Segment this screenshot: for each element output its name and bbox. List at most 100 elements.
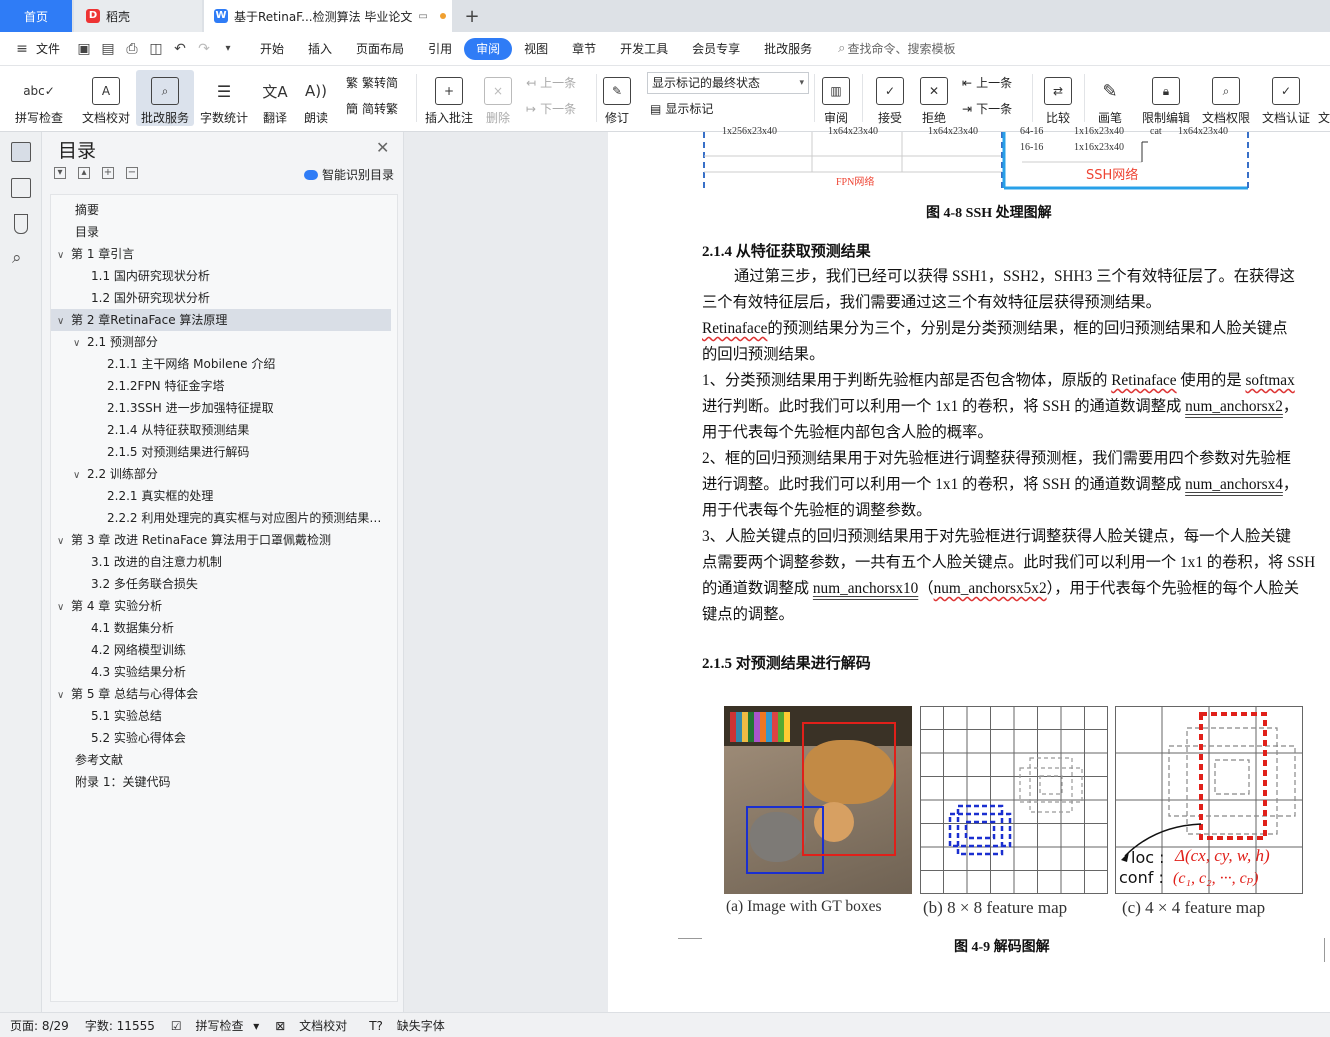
- toc-item[interactable]: 2.2.2 利用处理完的真实框与对应图片的预测结果计算loss: [51, 507, 391, 529]
- translate-button[interactable]: 文A 翻译: [255, 70, 295, 126]
- word-count-button[interactable]: ☰ 字数统计: [198, 70, 250, 126]
- toc-item[interactable]: 1.1 国内研究现状分析: [51, 265, 391, 287]
- save-icon[interactable]: ▣: [72, 41, 96, 57]
- insert-comment-button[interactable]: + 插入批注: [422, 70, 476, 126]
- spellcheck-status[interactable]: ☑ 拼写检查 ▾: [171, 1017, 259, 1034]
- doc-permission-button[interactable]: ⌕ 文档权限: [1198, 70, 1254, 126]
- chevron-down-icon[interactable]: ∨: [73, 333, 87, 353]
- smart-toc-button[interactable]: 智能识别目录: [304, 166, 394, 183]
- toc-item[interactable]: 参考文献: [51, 749, 391, 771]
- command-search-input[interactable]: 查找命令、搜索模板: [847, 40, 955, 57]
- hamburger-icon[interactable]: ≡: [10, 41, 34, 57]
- toc-item[interactable]: 4.3 实验结果分析: [51, 661, 391, 683]
- toc-item[interactable]: 1.2 国外研究现状分析: [51, 287, 391, 309]
- doc-check-status[interactable]: ⊠ 文档校对: [275, 1017, 353, 1034]
- menu-start[interactable]: 开始: [248, 38, 296, 60]
- toc-item[interactable]: 摘要: [51, 199, 391, 221]
- menu-developer[interactable]: 开发工具: [608, 38, 680, 60]
- chevron-down-icon[interactable]: ∨: [73, 465, 87, 485]
- toc-item[interactable]: ∨ 第 3 章 改进 RetinaFace 算法用于口罩佩戴检测: [51, 529, 391, 551]
- search-icon[interactable]: ⌕: [12, 248, 22, 268]
- menu-view[interactable]: 视图: [512, 38, 560, 60]
- markup-state-select[interactable]: 显示标记的最终状态 ▾: [647, 72, 809, 94]
- redo-icon[interactable]: ↷: [192, 41, 216, 57]
- toc-item[interactable]: 2.1.5 对预测结果进行解码: [51, 441, 391, 463]
- menu-member[interactable]: 会员专享: [680, 38, 752, 60]
- menu-insert[interactable]: 插入: [296, 38, 344, 60]
- show-markup-button[interactable]: ▤ 显示标记: [650, 100, 713, 117]
- remove-heading-icon[interactable]: −: [126, 167, 138, 179]
- delete-comment-button[interactable]: × 删除: [480, 70, 516, 126]
- toc-item[interactable]: 5.2 实验心得体会: [51, 727, 391, 749]
- accept-button[interactable]: ✓ 接受: [870, 70, 910, 126]
- toc-item[interactable]: 附录 1：关键代码: [51, 771, 391, 793]
- tab-document[interactable]: W 基于RetinaF...检测算法 毕业论文 ▭: [204, 0, 452, 32]
- next-comment-button[interactable]: ↦ 下一条: [526, 100, 576, 117]
- add-heading-icon[interactable]: +: [102, 167, 114, 179]
- read-aloud-button[interactable]: A)) 朗读: [298, 70, 334, 126]
- menu-review-service[interactable]: 批改服务: [752, 38, 824, 60]
- toc-item[interactable]: 4.2 网络模型训练: [51, 639, 391, 661]
- chevron-down-icon[interactable]: ∨: [57, 245, 71, 265]
- collapse-all-icon[interactable]: ▾: [54, 167, 66, 179]
- toc-item[interactable]: 5.1 实验总结: [51, 705, 391, 727]
- pen-button[interactable]: ✎ 画笔: [1090, 70, 1130, 126]
- toc-item[interactable]: 2.1.3SSH 进一步加强特征提取: [51, 397, 391, 419]
- toc-item[interactable]: ∨ 2.1 预测部分: [51, 331, 391, 353]
- toc-item[interactable]: 2.1.4 从特征获取预测结果: [51, 419, 391, 441]
- chevron-down-icon[interactable]: ∨: [57, 311, 71, 331]
- toc-item[interactable]: 目录: [51, 221, 391, 243]
- print-icon[interactable]: ⎙: [120, 41, 144, 57]
- next-change-button[interactable]: ⇥ 下一条: [962, 100, 1012, 117]
- doc-certify-button[interactable]: ✓ 文档认证: [1258, 70, 1314, 126]
- review-pane-button[interactable]: ▥ 审阅: [816, 70, 856, 126]
- toc-item[interactable]: 4.1 数据集分析: [51, 617, 391, 639]
- track-changes-button[interactable]: ✎ 修订: [600, 70, 634, 126]
- menu-file[interactable]: 文件: [34, 38, 72, 60]
- prev-change-button[interactable]: ⇤ 上一条: [962, 74, 1012, 91]
- toc-item[interactable]: 3.1 改进的自注意力机制: [51, 551, 391, 573]
- restrict-edit-button[interactable]: 🔒︎ 限制编辑: [1138, 70, 1194, 126]
- to-traditional-button[interactable]: 繁繁转简: [346, 74, 398, 91]
- word-count[interactable]: 字数: 11555: [85, 1017, 155, 1034]
- toc-item[interactable]: ∨ 第 4 章 实验分析: [51, 595, 391, 617]
- to-simplified-button[interactable]: 簡简转繁: [346, 100, 398, 117]
- spellcheck-button[interactable]: abc✓ 拼写检查: [8, 70, 70, 126]
- page-indicator[interactable]: 页面: 8/29: [10, 1017, 69, 1034]
- tab-daoke[interactable]: D 稻壳: [74, 0, 202, 32]
- review-service-button[interactable]: ⌕ 批改服务: [136, 70, 194, 126]
- missing-font-status[interactable]: T? 缺失字体: [369, 1017, 451, 1034]
- menu-layout[interactable]: 页面布局: [344, 38, 416, 60]
- chevron-down-icon[interactable]: ∨: [57, 531, 71, 551]
- menu-review[interactable]: 审阅: [464, 37, 513, 60]
- document-page[interactable]: 1x256x23x40 1x64x23x40 1x64x23x40 64-16 …: [608, 126, 1330, 1012]
- toc-item[interactable]: 2.1.1 主干网络 Mobilene 介绍: [51, 353, 391, 375]
- toc-item[interactable]: 3.2 多任务联合损失: [51, 573, 391, 595]
- chevron-down-icon[interactable]: ∨: [57, 597, 71, 617]
- export-pdf-icon[interactable]: ▤: [96, 41, 120, 57]
- new-tab-button[interactable]: +: [458, 0, 486, 32]
- toc-item[interactable]: 2.1.2FPN 特征金字塔: [51, 375, 391, 397]
- toc-item[interactable]: ∨ 第 1 章引言: [51, 243, 391, 265]
- chapter-icon[interactable]: [11, 178, 31, 198]
- menu-section[interactable]: 章节: [560, 38, 608, 60]
- toc-item[interactable]: ∨ 第 2 章RetinaFace 算法原理: [51, 309, 391, 331]
- undo-icon[interactable]: ↶: [168, 41, 192, 57]
- toc-item[interactable]: ∨ 第 5 章 总结与心得体会: [51, 683, 391, 705]
- expand-all-icon[interactable]: ▴: [78, 167, 90, 179]
- doc-check-button[interactable]: A 文档校对: [78, 70, 134, 126]
- print-preview-icon[interactable]: ◫: [144, 41, 168, 57]
- compare-button[interactable]: ⇄ 比较: [1038, 70, 1078, 126]
- prev-comment-button[interactable]: ↤ 上一条: [526, 74, 576, 91]
- toc-item[interactable]: 2.2.1 真实框的处理: [51, 485, 391, 507]
- menu-references[interactable]: 引用: [416, 38, 464, 60]
- tab-home[interactable]: 首页: [0, 0, 72, 32]
- chevron-down-icon[interactable]: ∨: [57, 685, 71, 705]
- close-icon[interactable]: ✕: [376, 138, 389, 157]
- toc-icon[interactable]: [11, 142, 31, 162]
- toc-item[interactable]: ∨ 2.2 训练部分: [51, 463, 391, 485]
- reject-button[interactable]: ✕ 拒绝: [914, 70, 954, 126]
- quick-access-more-icon[interactable]: ▾: [216, 43, 240, 54]
- ribbon-overflow-button[interactable]: 文: [1318, 70, 1330, 126]
- bookmark-icon[interactable]: [14, 214, 28, 234]
